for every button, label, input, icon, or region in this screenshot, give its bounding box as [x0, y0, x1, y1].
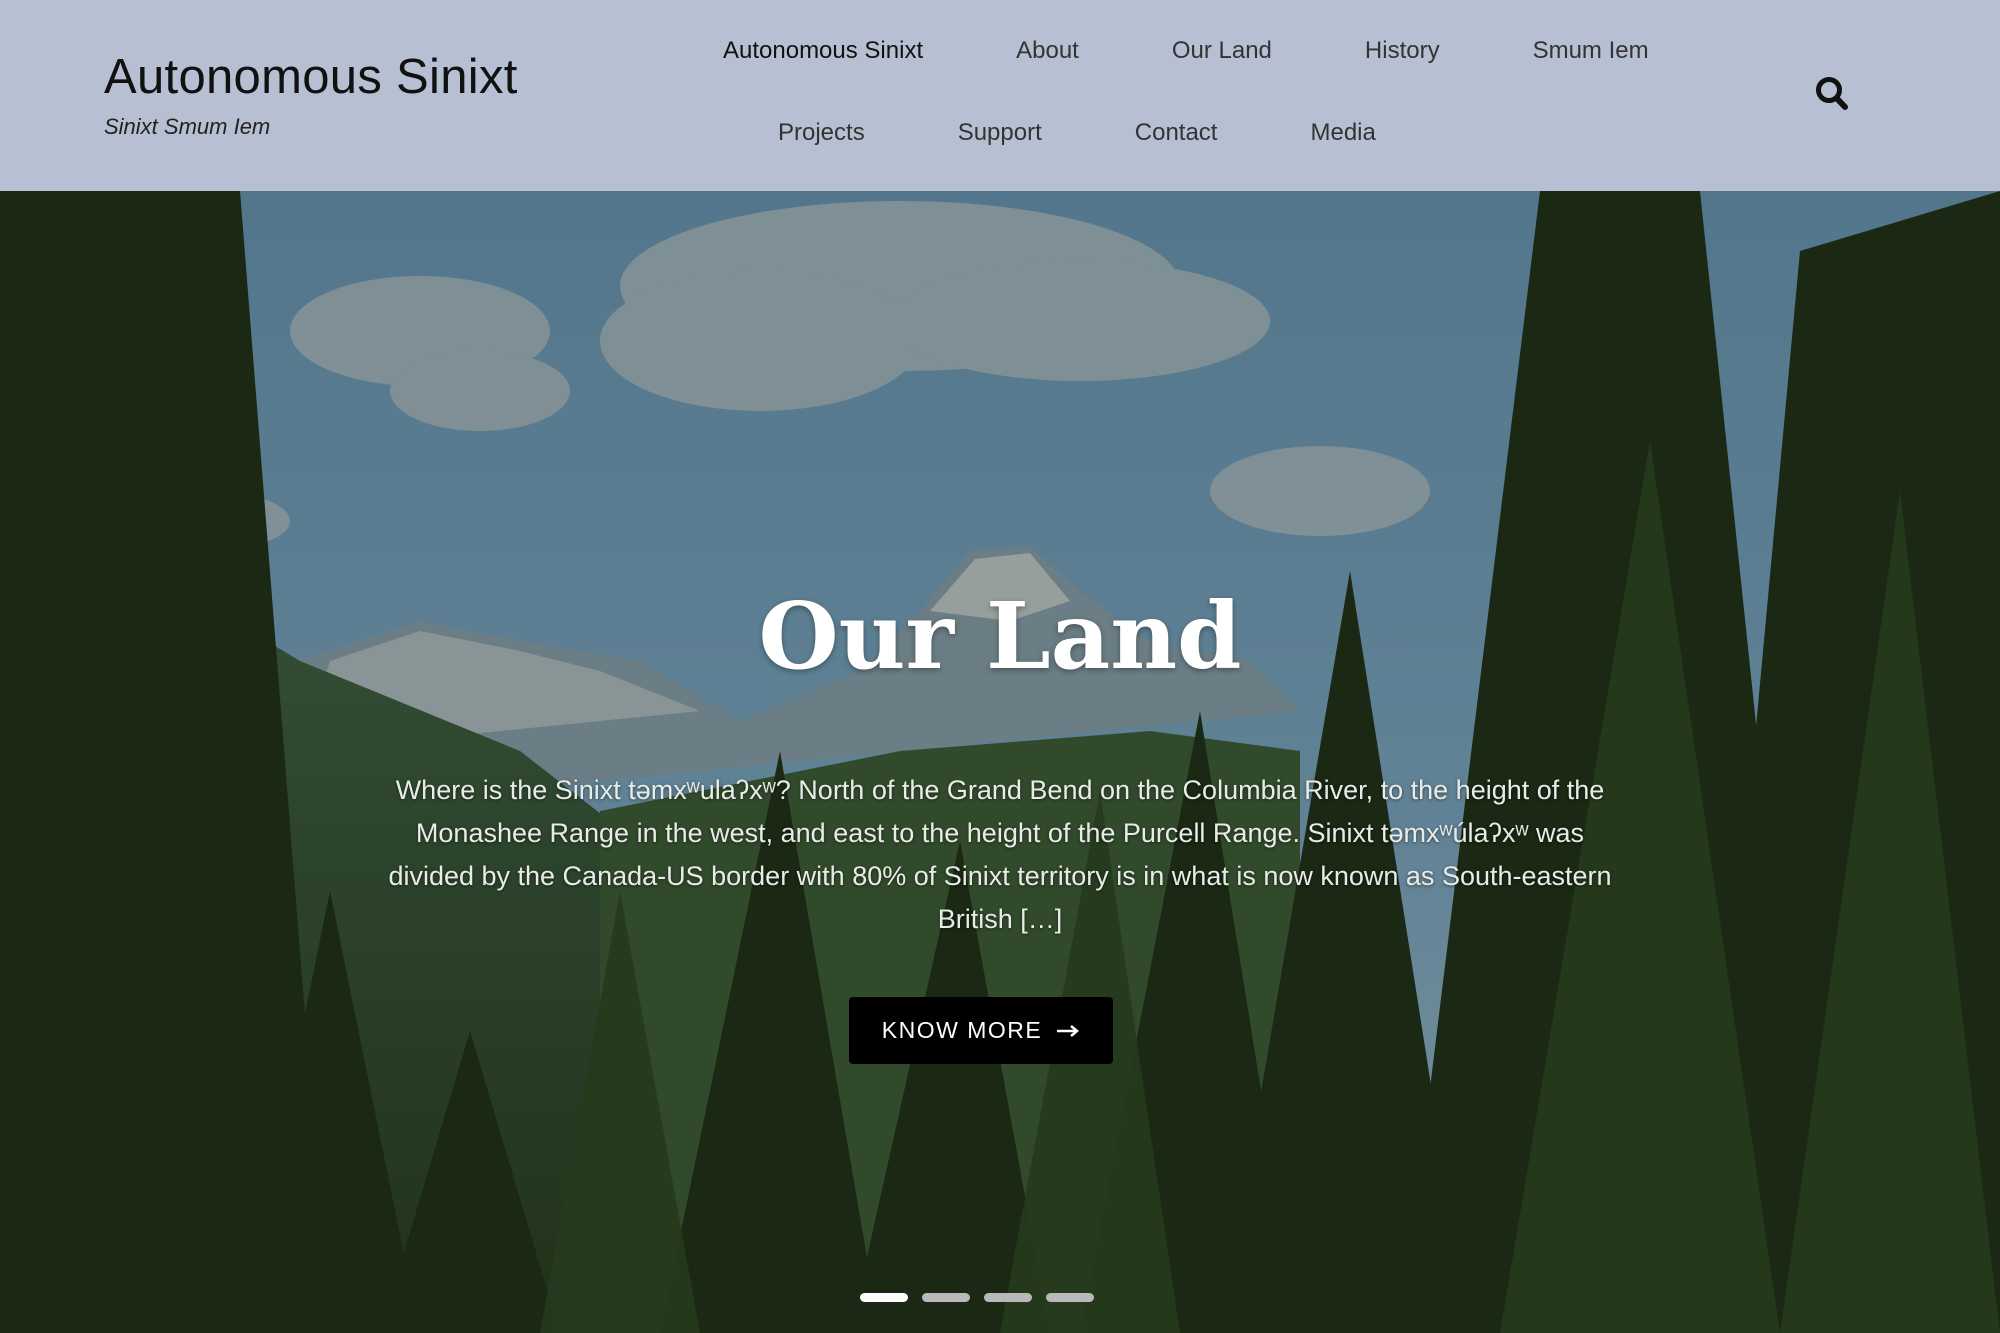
- hero-excerpt: Where is the Sinixt təmxʷulaʔxʷ? North o…: [388, 775, 1612, 934]
- brand[interactable]: Autonomous Sinixt Sinixt Smum Iem: [104, 48, 518, 140]
- know-more-button[interactable]: KNOW MORE: [849, 997, 1113, 1064]
- site-tagline: Sinixt Smum Iem: [104, 114, 271, 139]
- slider-dot-1[interactable]: [860, 1293, 908, 1302]
- hero-title: Our Land: [758, 582, 1242, 690]
- site-header: Autonomous Sinixt Sinixt Smum Iem Autono…: [0, 0, 2000, 191]
- nav-item-our-land[interactable]: Our Land: [1172, 36, 1272, 66]
- know-more-label: KNOW MORE: [881, 1017, 1043, 1043]
- nav-item-about[interactable]: About: [1016, 36, 1079, 66]
- search-icon[interactable]: [1814, 74, 1850, 114]
- nav-item-smum-iem[interactable]: Smum Iem: [1533, 36, 1649, 66]
- slider-dot-3[interactable]: [984, 1293, 1032, 1302]
- primary-nav-row-1: Autonomous Sinixt About Our Land History…: [723, 36, 1649, 66]
- hero-content: Our Land Where is the Sinixt təmxʷulaʔxʷ…: [0, 191, 2000, 1333]
- nav-item-projects[interactable]: Projects: [778, 118, 865, 148]
- nav-item-contact[interactable]: Contact: [1135, 118, 1218, 148]
- nav-item-media[interactable]: Media: [1310, 118, 1375, 148]
- nav-item-support[interactable]: Support: [958, 118, 1042, 148]
- slider-dot-2[interactable]: [922, 1293, 970, 1302]
- arrow-right-icon: [1057, 1024, 1080, 1037]
- slider-dot-4[interactable]: [1046, 1293, 1094, 1302]
- hero-slider: Our Land Where is the Sinixt təmxʷulaʔxʷ…: [0, 191, 2000, 1333]
- nav-item-autonomous-sinixt[interactable]: Autonomous Sinixt: [723, 36, 923, 66]
- primary-nav-row-2: Projects Support Contact Media: [778, 118, 1376, 148]
- site-title[interactable]: Autonomous Sinixt: [104, 48, 518, 106]
- slider-pagination: [860, 1293, 1108, 1302]
- nav-item-history[interactable]: History: [1365, 36, 1440, 66]
